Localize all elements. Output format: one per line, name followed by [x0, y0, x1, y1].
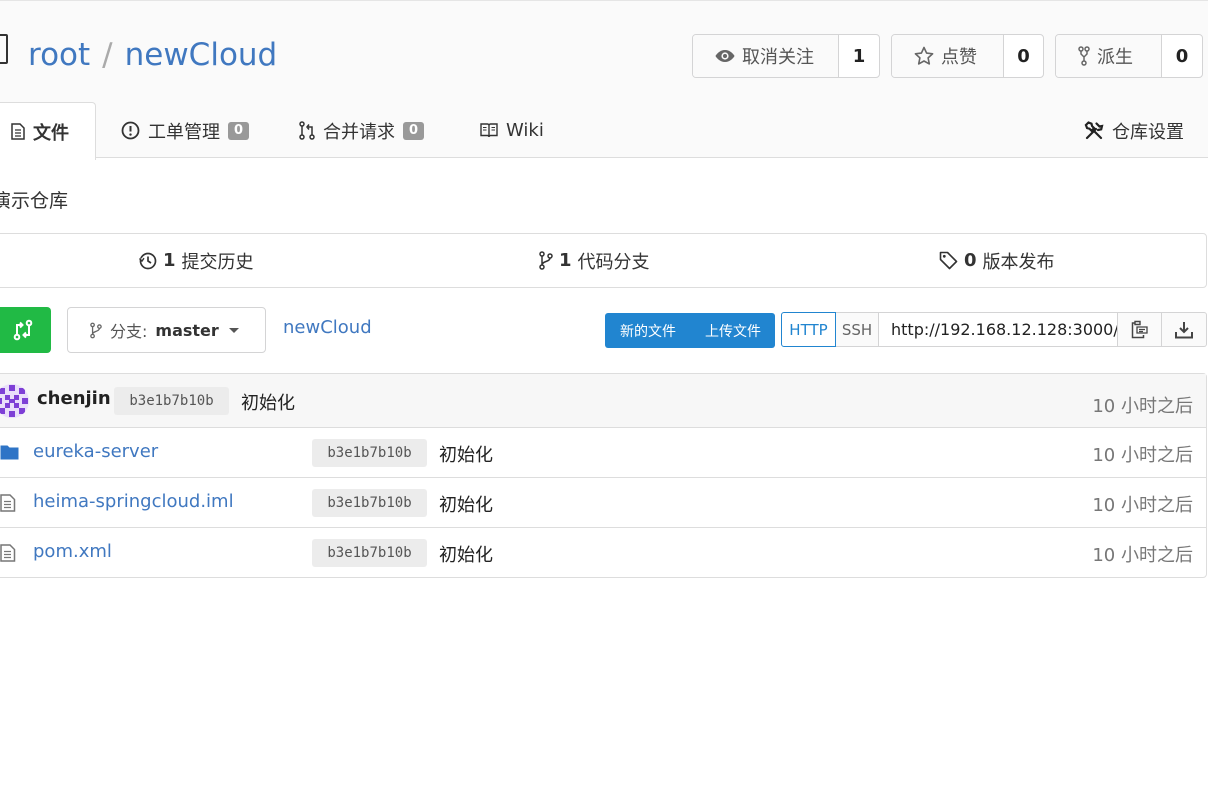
repo-description: 演示仓库 [0, 190, 69, 212]
compare-icon [13, 319, 33, 341]
file-commit-sha[interactable]: b3e1b7b10b [312, 539, 427, 567]
file-commit-age: 10 小时之后 [1092, 445, 1193, 466]
tab-issues[interactable]: 工单管理 0 [121, 102, 250, 159]
commit-age: 10 小时之后 [1092, 396, 1193, 417]
table-row: eureka-server b3e1b7b10b 初始化 10 小时之后 [0, 428, 1206, 478]
author-avatar[interactable] [0, 384, 29, 418]
copy-url-button[interactable] [1117, 312, 1162, 347]
tab-pull-requests[interactable]: 合并请求 0 [299, 102, 425, 159]
file-text-icon [11, 123, 25, 140]
file-commit-age: 10 小时之后 [1092, 495, 1193, 516]
file-text-icon [0, 494, 16, 512]
compare-button[interactable] [0, 307, 51, 353]
folder-icon [0, 444, 19, 460]
download-button[interactable] [1162, 312, 1207, 347]
star-button[interactable]: 点赞 [892, 35, 1004, 77]
fork-label: 派生 [1097, 47, 1133, 68]
file-name-link[interactable]: heima-springcloud.iml [33, 491, 234, 512]
git-branch-icon [90, 322, 102, 339]
file-text-icon [0, 544, 16, 562]
watch-button-group: 取消关注 1 [692, 34, 880, 78]
commit-author[interactable]: chenjin [37, 388, 111, 409]
file-commit-message: 初始化 [439, 545, 493, 566]
commits-count: 1 [163, 250, 176, 271]
repo-title: root / newCloud [28, 35, 277, 75]
history-icon [139, 252, 157, 270]
releases-count: 0 [964, 250, 977, 271]
unwatch-label: 取消关注 [742, 47, 814, 68]
repo-tabs: 文件 工单管理 0 合并请求 0 Wiki 仓库设置 [0, 102, 1208, 160]
book-icon [480, 123, 498, 138]
fork-icon [1078, 46, 1090, 66]
repo-name-link[interactable]: newCloud [125, 37, 278, 73]
caret-down-icon [228, 327, 239, 333]
file-commit-message: 初始化 [439, 495, 493, 516]
commit-sha-button[interactable]: b3e1b7b10b [114, 387, 229, 415]
tab-pulls-label: 合并请求 [323, 121, 395, 143]
tab-wiki[interactable]: Wiki [480, 102, 544, 159]
watch-count[interactable]: 1 [839, 35, 879, 77]
tab-files[interactable]: 文件 [0, 102, 96, 160]
latest-commit-header: chenjin b3e1b7b10b 初始化 10 小时之后 [0, 374, 1206, 428]
tab-files-label: 文件 [33, 122, 69, 144]
star-label: 点赞 [941, 47, 977, 68]
branch-prefix-label: 分支: [110, 322, 148, 341]
download-icon [1175, 321, 1193, 339]
file-list-table: chenjin b3e1b7b10b 初始化 10 小时之后 eureka-se… [0, 373, 1207, 578]
git-pull-request-icon [299, 121, 315, 140]
file-name-link[interactable]: eureka-server [33, 441, 158, 462]
branches-stat-link[interactable]: 1 代码分支 [539, 234, 650, 287]
current-branch-name: master [155, 320, 219, 340]
tag-icon [939, 251, 958, 270]
file-commit-sha[interactable]: b3e1b7b10b [312, 439, 427, 467]
commit-message: 初始化 [241, 393, 295, 414]
issue-opened-icon [121, 121, 140, 140]
clone-url-input[interactable]: http://192.168.12.128:3000/root/newCloud… [879, 312, 1117, 347]
table-row: heima-springcloud.iml b3e1b7b10b 初始化 10 … [0, 478, 1206, 528]
commits-stat-link[interactable]: 1 提交历史 [139, 234, 254, 287]
clone-http-button[interactable]: HTTP [781, 312, 836, 347]
file-commit-sha[interactable]: b3e1b7b10b [312, 489, 427, 517]
clone-ssh-button[interactable]: SSH [836, 312, 879, 347]
releases-label: 版本发布 [982, 251, 1055, 273]
repo-owner-link[interactable]: root [28, 37, 90, 73]
tools-icon [1084, 120, 1104, 141]
releases-stat-link[interactable]: 0 版本发布 [939, 234, 1055, 287]
eye-icon [715, 49, 735, 63]
file-name-link[interactable]: pom.xml [33, 541, 112, 562]
repo-title-separator: / [102, 37, 113, 73]
file-action-buttons: 新的文件 上传文件 [605, 313, 775, 348]
tab-issues-count-badge: 0 [228, 121, 250, 140]
tab-wiki-label: Wiki [506, 120, 544, 141]
unwatch-button[interactable]: 取消关注 [693, 35, 839, 77]
clone-panel: HTTP SSH http://192.168.12.128:3000/root… [781, 312, 1207, 349]
tab-settings[interactable]: 仓库设置 [1084, 102, 1184, 159]
repo-toolbar: 分支: master newCloud 新的文件 上传文件 HTTP SSH h… [0, 307, 1208, 353]
tab-settings-label: 仓库设置 [1112, 121, 1184, 143]
file-commit-age: 10 小时之后 [1092, 545, 1193, 566]
fork-count[interactable]: 0 [1162, 35, 1202, 77]
breadcrumb-repo-link[interactable]: newCloud [283, 317, 372, 338]
repo-header: root / newCloud 取消关注 1 点赞 0 派生 0 文件 工单管理… [0, 0, 1208, 160]
table-row: pom.xml b3e1b7b10b 初始化 10 小时之后 [0, 528, 1206, 578]
star-button-group: 点赞 0 [891, 34, 1044, 78]
repo-stats-bar: 1 提交历史 1 代码分支 0 版本发布 [0, 233, 1207, 288]
star-icon [914, 46, 934, 66]
file-commit-message: 初始化 [439, 445, 493, 466]
upload-file-button[interactable]: 上传文件 [691, 313, 775, 348]
fork-button[interactable]: 派生 [1056, 35, 1162, 77]
tab-issues-label: 工单管理 [148, 121, 220, 143]
git-branch-icon [539, 251, 553, 270]
repo-icon [0, 34, 8, 64]
fork-button-group: 派生 0 [1055, 34, 1203, 78]
clipboard-icon [1131, 320, 1148, 339]
branch-dropdown[interactable]: 分支: master [67, 307, 266, 353]
tab-pulls-count-badge: 0 [403, 121, 425, 140]
branches-count: 1 [559, 250, 572, 271]
branches-label: 代码分支 [577, 251, 650, 273]
star-count[interactable]: 0 [1004, 35, 1043, 77]
commits-label: 提交历史 [181, 251, 254, 273]
new-file-button[interactable]: 新的文件 [605, 313, 691, 348]
